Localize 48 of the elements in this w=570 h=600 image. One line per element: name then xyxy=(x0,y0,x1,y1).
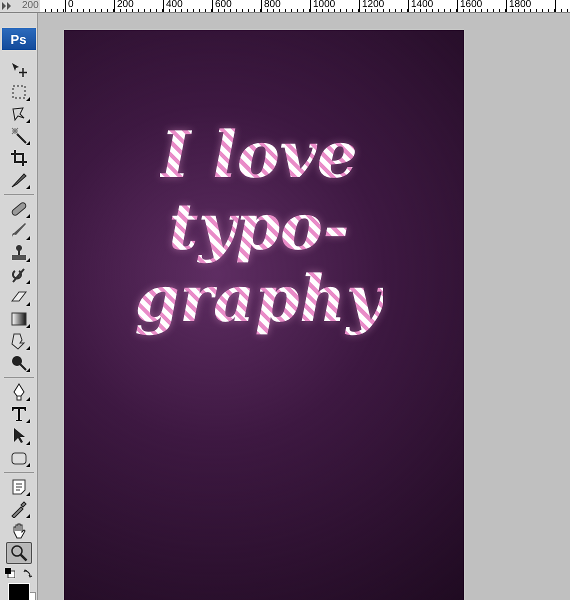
flyout-triangle-icon xyxy=(26,141,30,145)
slice-icon xyxy=(10,171,28,189)
flyout-triangle-icon xyxy=(26,441,30,445)
flyout-triangle-icon xyxy=(26,492,30,496)
ruler-label: 1200 xyxy=(361,0,386,10)
flyout-triangle-icon xyxy=(26,324,30,328)
flyout-triangle-icon xyxy=(26,346,30,350)
ruler-label: 0 xyxy=(67,0,75,10)
flyout-triangle-icon xyxy=(26,97,30,101)
move-icon xyxy=(10,61,28,79)
notes-icon xyxy=(10,478,28,496)
flyout-triangle-icon xyxy=(26,119,30,123)
crop-icon xyxy=(10,149,28,167)
ruler-label: 1400 xyxy=(410,0,434,10)
flyout-triangle-icon xyxy=(26,368,30,372)
swap-arrows-icon[interactable] xyxy=(22,568,32,578)
expand-icon[interactable] xyxy=(2,2,12,10)
foreground-color-swatch[interactable] xyxy=(8,583,30,600)
wand-icon xyxy=(10,127,28,145)
app-logo: Ps xyxy=(2,28,36,50)
ruler-label: 200 xyxy=(22,1,39,11)
ruler-label: 800 xyxy=(263,0,282,10)
zoom-icon xyxy=(10,544,28,562)
ruler-label: 600 xyxy=(214,0,233,10)
marquee-icon xyxy=(10,83,28,101)
default-colors-icon[interactable] xyxy=(4,568,14,578)
flyout-triangle-icon xyxy=(26,463,30,467)
gradient-icon xyxy=(10,310,28,328)
flyout-triangle-icon xyxy=(26,302,30,306)
ruler-label: 1800 xyxy=(508,0,532,10)
zoom-tool-button[interactable] xyxy=(6,542,32,564)
stamp-icon xyxy=(10,244,28,262)
flyout-triangle-icon xyxy=(26,214,30,218)
dodge-icon xyxy=(10,354,28,372)
lasso-icon xyxy=(10,105,28,123)
flyout-triangle-icon xyxy=(26,236,30,240)
eyedropper-icon xyxy=(10,500,28,518)
flyout-triangle-icon xyxy=(26,514,30,518)
ruler-label: 1600 xyxy=(459,0,484,10)
flyout-triangle-icon xyxy=(26,397,30,401)
ruler-label: 400 xyxy=(165,0,184,10)
ruler-label: 200 xyxy=(116,0,135,10)
flyout-triangle-icon xyxy=(26,419,30,423)
flyout-triangle-icon xyxy=(26,258,30,262)
flyout-triangle-icon xyxy=(26,185,30,189)
type-icon xyxy=(10,405,28,423)
flyout-triangle-icon xyxy=(26,280,30,284)
ruler-label: 1000 xyxy=(312,0,336,10)
